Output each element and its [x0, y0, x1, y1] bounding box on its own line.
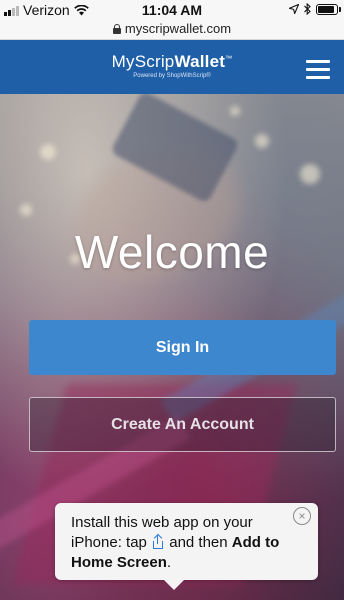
bluetooth-icon	[304, 3, 311, 15]
myscripwallet-logo[interactable]: MyScripWallet™ Powered by ShopWithScrip®	[0, 52, 344, 79]
url-text: myscripwallet.com	[124, 21, 232, 36]
install-text-end: .	[166, 554, 172, 571]
address-bar[interactable]: myscripwallet.com	[0, 21, 344, 36]
install-text-middle: and then	[165, 534, 232, 551]
logo-trademark: ™	[225, 55, 233, 63]
sign-in-button[interactable]: Sign In	[29, 320, 336, 375]
app-header: MyScripWallet™ Powered by ShopWithScrip®	[0, 40, 344, 94]
create-account-button[interactable]: Create An Account	[29, 397, 336, 452]
close-icon[interactable]: ×	[293, 507, 311, 525]
logo-tagline: Powered by ShopWithScrip®	[133, 73, 211, 79]
install-web-app-popup: × Install this web app on your iPhone: t…	[55, 503, 318, 590]
lock-icon	[112, 23, 121, 34]
welcome-heading: Welcome	[74, 226, 270, 278]
logo-text-light: MyScrip	[111, 52, 175, 71]
location-arrow-icon	[289, 4, 299, 14]
screen: Verizon 11:04 AM myscripwallet.com MyScr…	[0, 0, 344, 600]
share-icon	[153, 533, 164, 549]
hamburger-menu-icon[interactable]	[306, 60, 330, 79]
logo-text-bold: Wallet	[174, 52, 226, 71]
battery-icon	[316, 3, 341, 15]
browser-status-bar: Verizon 11:04 AM myscripwallet.com	[0, 0, 344, 40]
status-right-icons	[289, 3, 341, 15]
